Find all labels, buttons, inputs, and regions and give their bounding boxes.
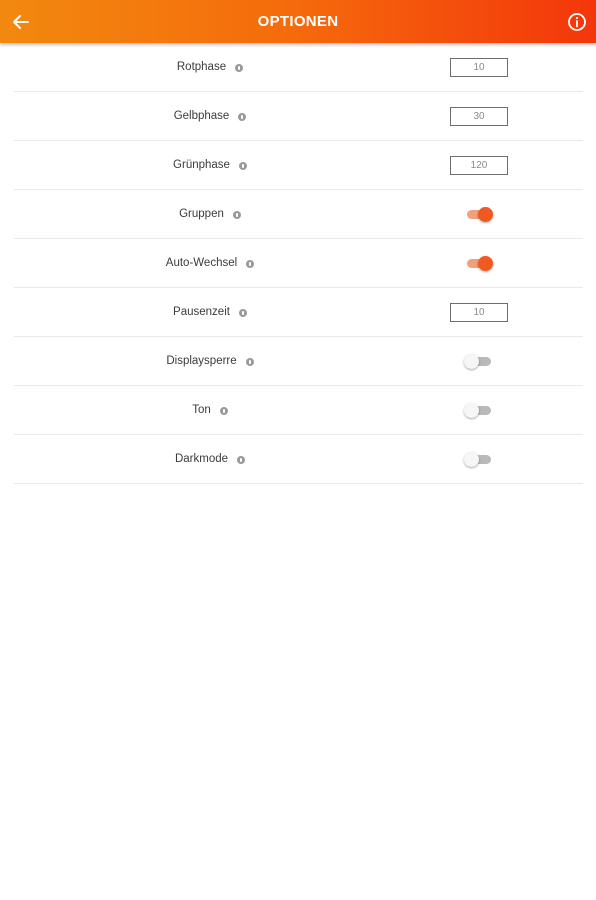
setting-control bbox=[434, 92, 524, 140]
toggle-switch[interactable] bbox=[464, 402, 494, 418]
help-icon[interactable] bbox=[238, 309, 247, 317]
setting-label-group: Gelbphase bbox=[14, 92, 406, 140]
setting-label-group: Pausenzeit bbox=[14, 288, 406, 336]
number-input[interactable] bbox=[450, 57, 508, 77]
toggle-knob bbox=[464, 452, 479, 467]
setting-label: Pausenzeit bbox=[173, 306, 230, 318]
settings-row: Ton bbox=[14, 386, 583, 435]
toggle-knob bbox=[464, 403, 479, 418]
setting-label-group: Grünphase bbox=[14, 141, 406, 189]
number-input[interactable] bbox=[450, 106, 508, 126]
setting-control bbox=[434, 435, 524, 483]
toggle-switch[interactable] bbox=[464, 451, 494, 467]
setting-label-group: Darkmode bbox=[14, 435, 406, 483]
settings-row: Rotphase bbox=[14, 43, 583, 92]
help-icon[interactable] bbox=[219, 407, 228, 415]
setting-control bbox=[434, 141, 524, 189]
setting-control bbox=[434, 190, 524, 238]
app-header: OPTIONEN bbox=[0, 0, 596, 43]
setting-label: Gelbphase bbox=[173, 110, 230, 122]
page-title: OPTIONEN bbox=[257, 13, 339, 30]
settings-row: Darkmode bbox=[14, 435, 583, 484]
toggle-knob bbox=[464, 354, 479, 369]
help-icon[interactable] bbox=[238, 113, 247, 121]
number-input[interactable] bbox=[450, 155, 508, 175]
settings-row: Gelbphase bbox=[14, 92, 583, 141]
setting-label-group: Rotphase bbox=[14, 43, 406, 91]
setting-control bbox=[434, 239, 524, 287]
settings-row: Displaysperre bbox=[14, 337, 583, 386]
setting-control bbox=[434, 337, 524, 385]
info-circle-icon bbox=[568, 13, 586, 31]
help-icon[interactable] bbox=[245, 358, 254, 366]
toggle-switch[interactable] bbox=[464, 255, 494, 271]
toggle-knob bbox=[478, 207, 493, 222]
help-icon[interactable] bbox=[238, 162, 247, 170]
help-icon[interactable] bbox=[235, 64, 244, 72]
setting-label: Grünphase bbox=[173, 159, 230, 171]
setting-control bbox=[434, 288, 524, 336]
setting-label-group: Gruppen bbox=[14, 190, 406, 238]
toggle-knob bbox=[478, 256, 493, 271]
setting-label: Rotphase bbox=[176, 61, 227, 73]
setting-control bbox=[434, 386, 524, 434]
settings-row: Grünphase bbox=[14, 141, 583, 190]
setting-label-group: Auto-Wechsel bbox=[14, 239, 406, 287]
setting-label: Displaysperre bbox=[166, 355, 237, 367]
setting-label: Ton bbox=[192, 404, 211, 416]
number-input[interactable] bbox=[450, 302, 508, 322]
settings-row: Pausenzeit bbox=[14, 288, 583, 337]
settings-row: Auto-Wechsel bbox=[14, 239, 583, 288]
setting-control bbox=[434, 43, 524, 91]
setting-label: Auto-Wechsel bbox=[165, 257, 238, 269]
toggle-switch[interactable] bbox=[464, 206, 494, 222]
settings-list: Rotphase Gelbphase Grünphase Gruppen Auto-We… bbox=[14, 43, 583, 484]
help-icon[interactable] bbox=[237, 456, 246, 464]
help-icon[interactable] bbox=[246, 260, 255, 268]
setting-label-group: Ton bbox=[14, 386, 406, 434]
setting-label-group: Displaysperre bbox=[14, 337, 406, 385]
toggle-switch[interactable] bbox=[464, 353, 494, 369]
settings-row: Gruppen bbox=[14, 190, 583, 239]
help-icon[interactable] bbox=[232, 211, 241, 219]
setting-label: Gruppen bbox=[179, 208, 224, 220]
setting-label: Darkmode bbox=[174, 453, 229, 465]
info-button[interactable] bbox=[566, 11, 588, 33]
